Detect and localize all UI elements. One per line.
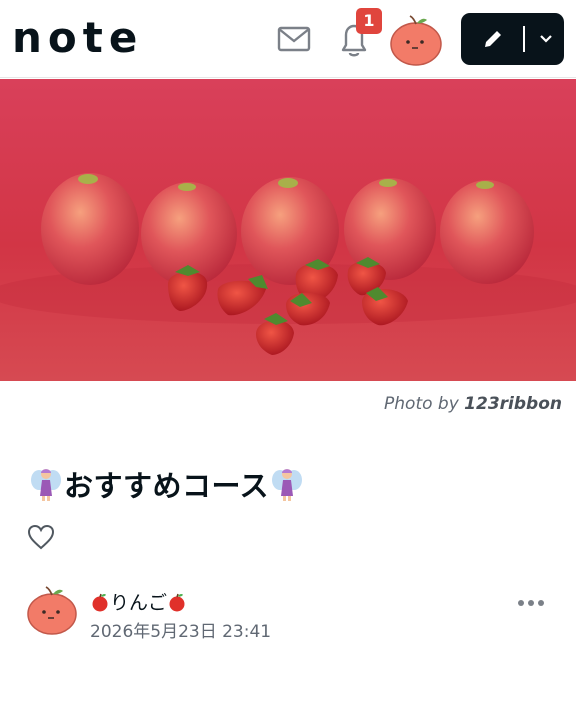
post-button[interactable] [461, 13, 564, 65]
article-title-row: おすすめコース [30, 464, 303, 504]
note-logo[interactable]: note [12, 14, 143, 62]
article-title: おすすめコース [64, 469, 270, 503]
fairy-emoji-icon [31, 469, 61, 501]
author-name-row[interactable]: りんご [90, 588, 187, 615]
user-avatar[interactable] [388, 12, 444, 68]
notification-badge: 1 [356, 8, 382, 34]
heart-icon[interactable] [27, 524, 55, 550]
more-options-icon[interactable] [516, 596, 546, 610]
mail-icon[interactable] [276, 24, 312, 54]
fairy-emoji-icon [272, 469, 303, 501]
publish-date: 2026年5月23日 23:41 [90, 622, 272, 642]
author-avatar[interactable] [26, 584, 78, 636]
photo-credit-prefix: Photo by [384, 394, 459, 414]
hero-image [0, 79, 576, 381]
apple-emoji-icon [92, 593, 108, 611]
post-button-divider [523, 26, 525, 52]
photo-credit: Photo by 123ribbon [384, 394, 562, 414]
photo-credit-author[interactable]: 123ribbon [464, 394, 562, 414]
apple-emoji-icon [169, 593, 185, 611]
chevron-down-icon[interactable] [537, 30, 555, 48]
apples-strawberries-photo [0, 79, 576, 381]
header: note 1 [0, 0, 576, 78]
author-name[interactable]: りんご [110, 588, 167, 615]
pencil-icon [485, 31, 501, 47]
